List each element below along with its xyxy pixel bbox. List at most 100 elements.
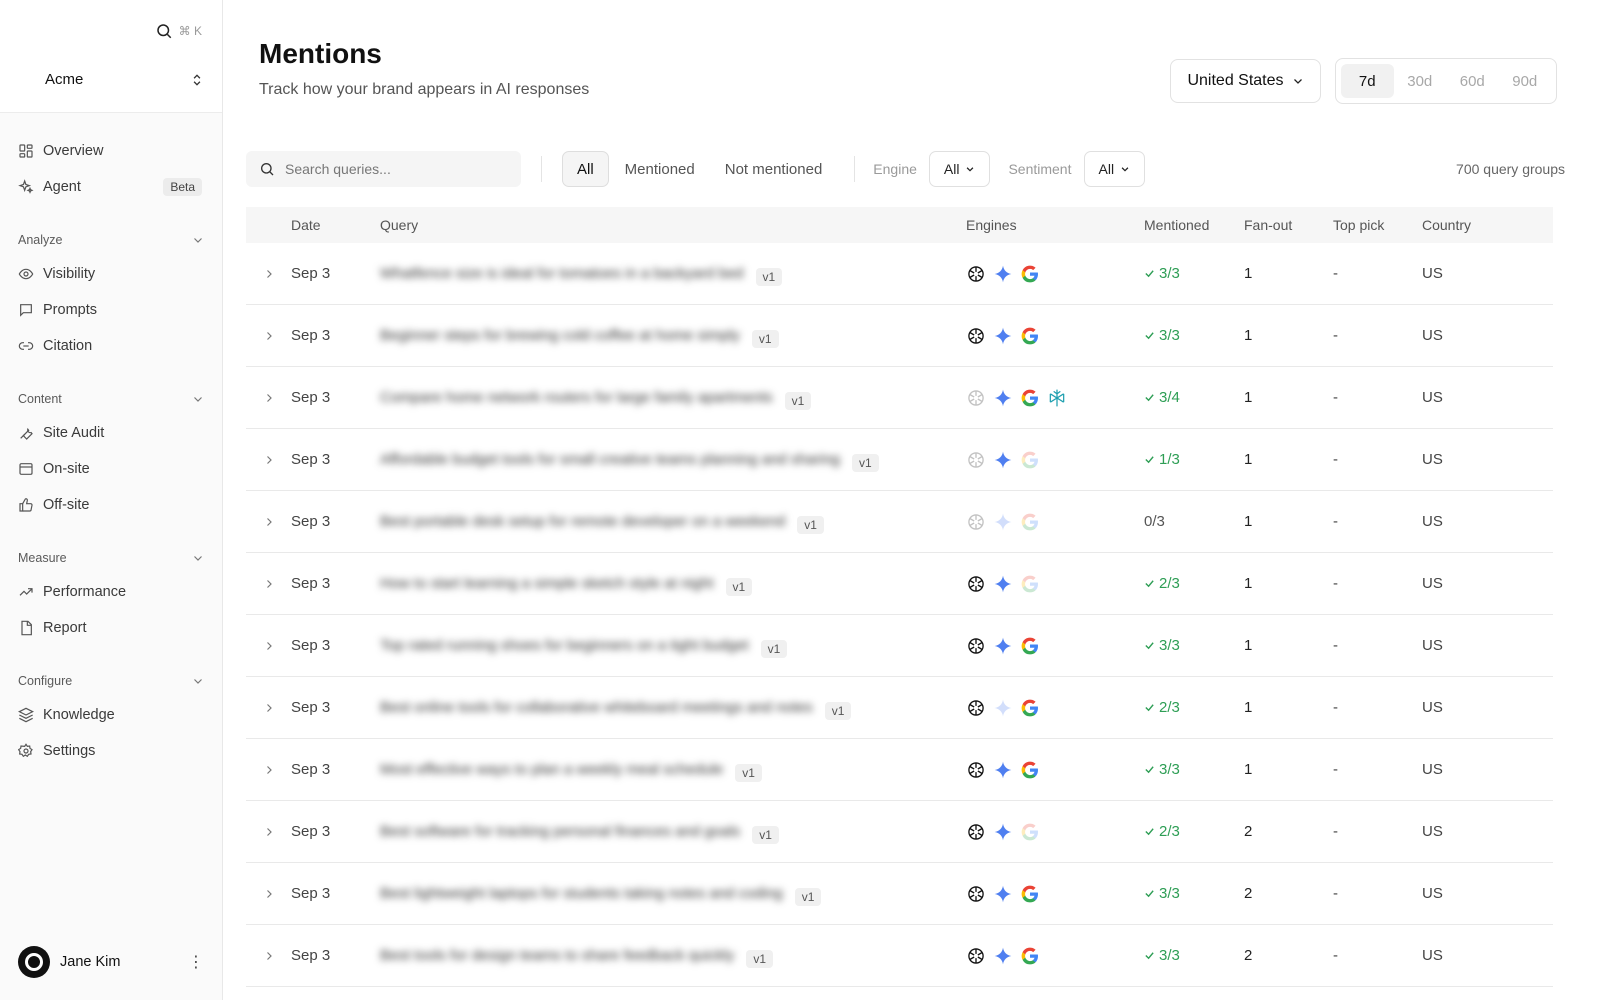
expand-row-button[interactable] (246, 764, 291, 776)
table-row[interactable]: Sep 3 Beginner steps for brewing cold cof… (246, 305, 1553, 367)
sidebar-item-overview[interactable]: Overview (0, 133, 222, 169)
version-badge: v1 (755, 267, 783, 286)
table-row[interactable]: Sep 3 Best online tools for collaborative… (246, 677, 1553, 739)
sidebar-item-citation[interactable]: Citation (0, 328, 222, 364)
row-top-pick: - (1333, 265, 1338, 282)
row-query[interactable]: Affordable budget tools for small creati… (380, 448, 966, 472)
sentiment-filter-dropdown[interactable]: All (1083, 151, 1146, 187)
range-7d[interactable]: 7d (1341, 64, 1394, 98)
expand-row-button[interactable] (246, 888, 291, 900)
row-query[interactable]: Beginner steps for brewing cold coffee a… (380, 324, 966, 348)
row-query[interactable]: Best software for tracking personal fina… (380, 820, 966, 844)
row-query[interactable]: Compare home network routers for large f… (380, 386, 966, 410)
user-menu[interactable]: Jane Kim ⋮ (18, 946, 204, 978)
range-60d[interactable]: 60d (1446, 64, 1499, 98)
row-mentioned: 2/3 (1144, 699, 1244, 716)
chevron-down-icon (192, 234, 204, 246)
table-row[interactable]: Sep 3 Whatfence size is ideal for tomatoe… (246, 243, 1553, 305)
sidebar-section-measure[interactable]: Measure (0, 548, 222, 568)
mentioned-value: 2/3 (1144, 823, 1244, 840)
tab-mentioned[interactable]: Mentioned (611, 151, 709, 187)
column-header-mentioned[interactable]: Mentioned (1144, 217, 1244, 233)
row-query[interactable]: Best tools for design teams to share fee… (380, 944, 966, 968)
sidebar-item-site-audit[interactable]: Site Audit (0, 415, 222, 451)
engine-filter-dropdown[interactable]: All (928, 151, 991, 187)
avatar (18, 946, 50, 978)
expand-row-button[interactable] (246, 702, 291, 714)
chevron-right-icon (266, 331, 272, 340)
query-text: How to start learning a simple sketch st… (380, 575, 714, 592)
sidebar-item-off-site[interactable]: Off-site (0, 487, 222, 523)
mentioned-ratio: 3/3 (1159, 761, 1180, 778)
query-search[interactable] (246, 151, 521, 187)
row-fanout: 1 (1244, 389, 1253, 406)
row-mentioned: 3/3 (1144, 265, 1244, 282)
country-select[interactable]: United States (1170, 59, 1321, 103)
table-row[interactable]: Sep 3 Most effective ways to plan a weekl… (246, 739, 1553, 801)
row-top-pick: - (1333, 885, 1338, 902)
sidebar-item-prompts[interactable]: Prompts (0, 292, 222, 328)
chevron-right-icon (266, 951, 272, 960)
sidebar-section-configure[interactable]: Configure (0, 671, 222, 691)
table-row[interactable]: Sep 3 Compare home network routers for la… (246, 367, 1553, 429)
row-query[interactable]: Best lightweight laptops for students ta… (380, 882, 966, 906)
row-query[interactable]: Whatfence size is ideal for tomatoes in … (380, 262, 966, 286)
column-header-query[interactable]: Query (380, 217, 966, 233)
sidebar-item-knowledge[interactable]: Knowledge (0, 697, 222, 733)
table-row[interactable]: Sep 3 How to start learning a simple sket… (246, 553, 1553, 615)
table-row[interactable]: Sep 3 Best portable desk setup for remote… (246, 491, 1553, 553)
expand-row-button[interactable] (246, 578, 291, 590)
row-country: US (1422, 637, 1443, 654)
column-header-engines[interactable]: Engines (966, 217, 1144, 233)
sidebar-nav: Overview Agent Beta Analyze Visibility Prompt… (0, 113, 222, 769)
tab-not-mentioned[interactable]: Not mentioned (711, 151, 837, 187)
expand-row-button[interactable] (246, 330, 291, 342)
row-query[interactable]: Most effective ways to plan a weekly mea… (380, 758, 966, 782)
row-query[interactable]: Best portable desk setup for remote deve… (380, 510, 966, 534)
tab-all[interactable]: All (562, 151, 609, 187)
expand-row-button[interactable] (246, 268, 291, 280)
column-header-country[interactable]: Country (1422, 217, 1522, 233)
expand-row-button[interactable] (246, 516, 291, 528)
file-icon (18, 620, 34, 636)
expand-row-button[interactable] (246, 950, 291, 962)
sidebar-item-visibility[interactable]: Visibility (0, 256, 222, 292)
table-row[interactable]: Sep 3 Best lightweight laptops for studen… (246, 863, 1553, 925)
global-search-button[interactable]: ⌘ K (155, 22, 202, 40)
more-vertical-icon[interactable]: ⋮ (188, 952, 204, 972)
column-header-fanout[interactable]: Fan-out (1244, 217, 1333, 233)
column-header-date[interactable]: Date (291, 217, 380, 233)
table-row[interactable]: Sep 3 Best software for tracking personal… (246, 801, 1553, 863)
table-row[interactable]: Sep 3 Best tools for design teams to shar… (246, 925, 1553, 987)
search-input[interactable] (285, 161, 505, 177)
check-icon (1144, 640, 1155, 651)
range-90d[interactable]: 90d (1499, 64, 1552, 98)
sidebar-section-analyze[interactable]: Analyze (0, 230, 222, 250)
sidebar-item-performance[interactable]: Performance (0, 574, 222, 610)
table-row[interactable]: Sep 3 Top rated running shoes for beginne… (246, 615, 1553, 677)
row-country: US (1422, 947, 1443, 964)
row-query[interactable]: How to start learning a simple sketch st… (380, 572, 966, 596)
filter-bar: AllMentionedNot mentioned Engine All Sen… (246, 151, 1565, 187)
expand-row-button[interactable] (246, 826, 291, 838)
sidebar-item-agent[interactable]: Agent Beta (0, 169, 222, 205)
table-row[interactable]: Sep 3 Affordable budget tools for small c… (246, 429, 1553, 491)
workspace-switcher[interactable]: Acme (45, 71, 204, 88)
row-query[interactable]: Best online tools for collaborative whit… (380, 696, 966, 720)
sidebar-item-label: Prompts (43, 302, 97, 318)
sidebar-item-on-site[interactable]: On-site (0, 451, 222, 487)
sidebar-item-settings[interactable]: Settings (0, 733, 222, 769)
version-badge: v1 (852, 453, 879, 472)
sentiment-filter-value: All (1098, 161, 1115, 177)
column-header-top-pick[interactable]: Top pick (1333, 217, 1422, 233)
row-fanout: 2 (1244, 823, 1253, 840)
sidebar-item-label: Off-site (43, 497, 90, 513)
row-query[interactable]: Top rated running shoes for beginners on… (380, 634, 966, 658)
expand-row-button[interactable] (246, 392, 291, 404)
sidebar-item-report[interactable]: Report (0, 610, 222, 646)
expand-row-button[interactable] (246, 640, 291, 652)
sidebar-section-content[interactable]: Content (0, 389, 222, 409)
row-engines (966, 946, 1144, 966)
expand-row-button[interactable] (246, 454, 291, 466)
range-30d[interactable]: 30d (1394, 64, 1447, 98)
